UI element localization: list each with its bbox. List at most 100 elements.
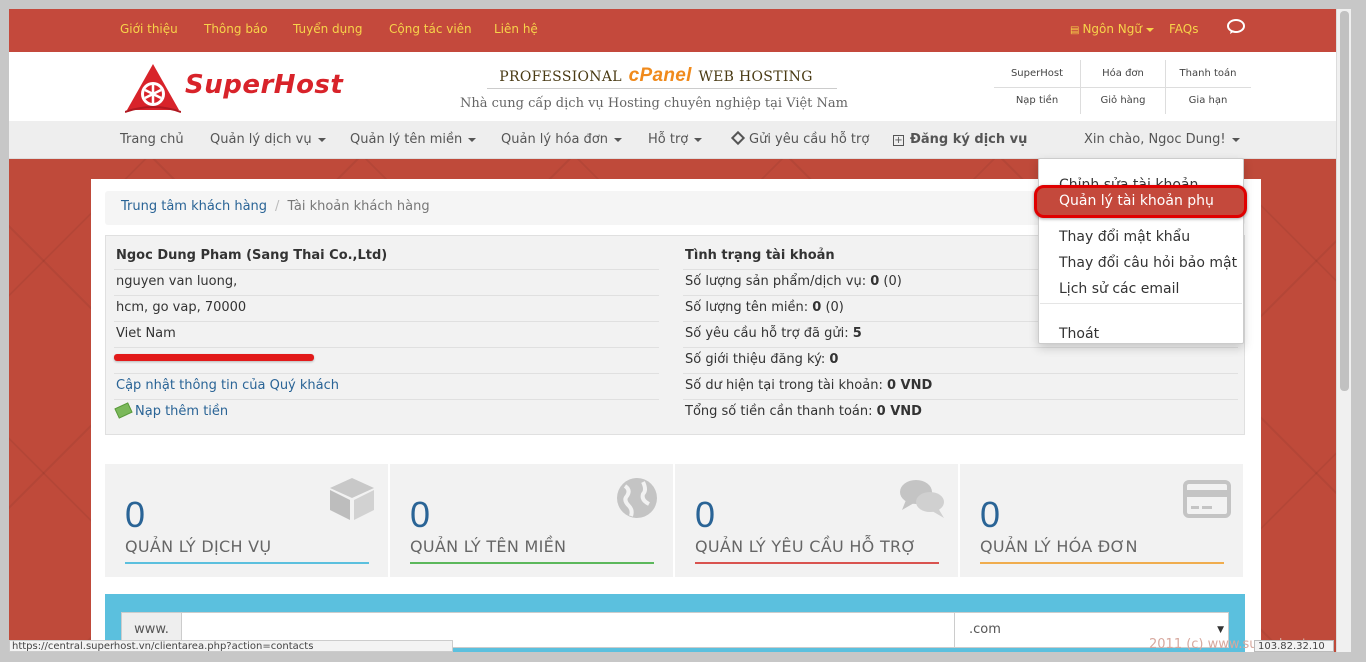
menu-item-subaccounts[interactable]: Quản lý tài khoản phụ xyxy=(1034,185,1247,218)
client-address-line1: nguyen van luong, xyxy=(116,274,238,289)
tagline-word-hosting: WEB HOSTING xyxy=(698,69,813,85)
chevron-down-icon xyxy=(1231,137,1240,142)
quick-link-payment[interactable]: Thanh toán xyxy=(1165,60,1251,87)
stat-label: QUẢN LÝ DỊCH VỤ xyxy=(125,537,272,556)
topbar-link-contact[interactable]: Liên hệ xyxy=(494,22,538,36)
topup-link[interactable]: Nạp thêm tiền xyxy=(114,402,228,419)
chat-icon[interactable] xyxy=(1227,18,1247,36)
nav-greeting: Xin chào, Ngoc Dung! xyxy=(1084,132,1226,147)
stat-tile-domains[interactable]: 0 QUẢN LÝ TÊN MIỀN xyxy=(390,464,673,577)
breadcrumb-current: Tài khoản khách hàng xyxy=(287,199,430,214)
nav-invoices-label: Quản lý hóa đơn xyxy=(501,132,608,147)
credit-card-icon xyxy=(1183,480,1231,518)
status-extra: (0) xyxy=(821,300,844,315)
stat-tile-support[interactable]: 0 QUẢN LÝ YÊU CẦU HỖ TRỢ xyxy=(675,464,958,577)
menu-item-email-history[interactable]: Lịch sử các email xyxy=(1059,281,1179,297)
status-row-balance: Số dư hiện tại trong tài khoản: 0 VND xyxy=(685,378,932,393)
chat-bubbles-icon xyxy=(900,480,944,518)
menu-item-change-password[interactable]: Thay đổi mật khẩu xyxy=(1059,229,1190,245)
logo-text: SuperHost xyxy=(185,70,344,100)
status-label: Tổng số tiền cần thanh toán: xyxy=(685,404,877,419)
scrollbar-thumb[interactable] xyxy=(1340,11,1349,391)
breadcrumb-home[interactable]: Trung tâm khách hàng xyxy=(121,199,267,214)
stat-tile-services[interactable]: 0 QUẢN LÝ DỊCH VỤ xyxy=(105,464,388,577)
menu-item-security-question[interactable]: Thay đổi câu hỏi bảo mật xyxy=(1059,255,1237,271)
topbar-link-faqs[interactable]: FAQs xyxy=(1169,22,1199,36)
status-row-products: Số lượng sản phẩm/dịch vụ: 0 (0) xyxy=(685,274,902,289)
status-value: 0 xyxy=(870,274,880,289)
nav-home[interactable]: Trang chủ xyxy=(120,132,184,147)
tagline-professional: PROFESSIONAL cPanel WEB HOSTING xyxy=(471,65,841,87)
stat-underline xyxy=(980,562,1224,564)
nav-submit-ticket[interactable]: Gửi yêu cầu hỗ trợ xyxy=(730,130,870,147)
row-divider xyxy=(114,399,659,400)
top-bar: Giới thiệu Thông báo Tuyển dụng Cộng tác… xyxy=(9,9,1336,52)
update-info-link[interactable]: Cập nhật thông tin của Quý khách xyxy=(116,378,339,393)
nav-domains[interactable]: Quản lý tên miền xyxy=(350,132,477,147)
menu-item-logout[interactable]: Thoát xyxy=(1059,326,1099,342)
page-scrollbar[interactable] xyxy=(1336,9,1351,652)
server-ip-badge: 103.82.32.10 xyxy=(1254,640,1334,652)
nav-support-label: Hỗ trợ xyxy=(648,132,689,147)
quick-link-cart[interactable]: Giỏ hàng xyxy=(1080,87,1166,114)
quick-link-invoices[interactable]: Hóa đơn xyxy=(1080,60,1166,87)
row-divider xyxy=(114,295,659,296)
row-divider xyxy=(683,373,1238,374)
status-value: 0 xyxy=(829,352,839,367)
menu-item-subaccounts-label: Quản lý tài khoản phụ xyxy=(1059,193,1214,209)
status-row-referrals: Số giới thiệu đăng ký: 0 xyxy=(685,352,838,367)
tagline-word-professional: PROFESSIONAL xyxy=(499,69,622,85)
stat-value: 0 xyxy=(410,494,431,535)
redaction-mark xyxy=(114,354,314,361)
quick-link-topup[interactable]: Nạp tiền xyxy=(994,87,1080,114)
nav-user-menu[interactable]: Xin chào, Ngoc Dung! xyxy=(1084,132,1240,147)
language-label: Ngôn Ngữ xyxy=(1082,22,1143,36)
status-label: Số dư hiện tại trong tài khoản: xyxy=(685,378,887,393)
topup-link-text[interactable]: Nạp thêm tiền xyxy=(135,404,228,419)
status-label: Số lượng sản phẩm/dịch vụ: xyxy=(685,274,871,289)
menu-divider xyxy=(1040,303,1242,304)
nav-register-label: Đăng ký dịch vụ xyxy=(910,132,1028,147)
topbar-link-careers[interactable]: Tuyển dụng xyxy=(293,22,362,36)
browser-status-url: https://central.superhost.vn/clientarea.… xyxy=(9,640,453,652)
status-row-domains: Số lượng tên miền: 0 (0) xyxy=(685,300,844,315)
breadcrumb-separator: / xyxy=(275,199,280,214)
nav-services[interactable]: Quản lý dịch vụ xyxy=(210,132,326,147)
quick-link-superhost[interactable]: SuperHost xyxy=(994,60,1080,87)
chevron-down-icon xyxy=(468,137,477,142)
stat-tile-invoices[interactable]: 0 QUẢN LÝ HÓA ĐƠN xyxy=(960,464,1243,577)
update-info-link-text[interactable]: Cập nhật thông tin của Quý khách xyxy=(116,378,339,393)
chevron-down-icon xyxy=(613,137,622,142)
cube-icon xyxy=(330,478,374,520)
plus-square-icon: + xyxy=(893,135,904,146)
chevron-down-icon xyxy=(1146,27,1155,32)
nav-register-service[interactable]: + Đăng ký dịch vụ xyxy=(893,132,1027,147)
cpanel-logo: cPanel xyxy=(628,65,692,86)
money-icon xyxy=(114,402,133,419)
topbar-link-news[interactable]: Thông báo xyxy=(204,22,268,36)
stat-underline xyxy=(410,562,654,564)
topbar-link-partners[interactable]: Cộng tác viên xyxy=(389,22,472,36)
status-label: Số giới thiệu đăng ký: xyxy=(685,352,830,367)
nav-invoices[interactable]: Quản lý hóa đơn xyxy=(501,132,622,147)
client-address-line2: hcm, go vap, 70000 xyxy=(116,300,247,315)
superhost-logo[interactable]: SuperHost xyxy=(125,62,375,114)
stat-label: QUẢN LÝ HÓA ĐƠN xyxy=(980,537,1138,556)
client-country: Viet Nam xyxy=(116,326,176,341)
stat-value: 0 xyxy=(695,494,716,535)
stat-value: 0 xyxy=(980,494,1001,535)
status-row-due: Tổng số tiền cần thanh toán: 0 VND xyxy=(685,404,922,419)
nav-domains-label: Quản lý tên miền xyxy=(350,132,463,147)
main-nav: Trang chủ Quản lý dịch vụ Quản lý tên mi… xyxy=(9,121,1336,159)
nav-submit-ticket-label: Gửi yêu cầu hỗ trợ xyxy=(749,132,870,147)
topbar-link-about[interactable]: Giới thiệu xyxy=(120,22,178,36)
row-divider xyxy=(114,269,659,270)
nav-home-label: Trang chủ xyxy=(120,132,184,147)
row-divider xyxy=(683,347,1238,348)
ticket-icon xyxy=(730,130,746,146)
nav-support[interactable]: Hỗ trợ xyxy=(648,132,703,147)
status-value: 0 xyxy=(812,300,822,315)
quick-link-renew[interactable]: Gia hạn xyxy=(1165,87,1251,114)
row-divider xyxy=(114,373,659,374)
language-selector[interactable]: Ngôn Ngữ xyxy=(1070,22,1155,36)
